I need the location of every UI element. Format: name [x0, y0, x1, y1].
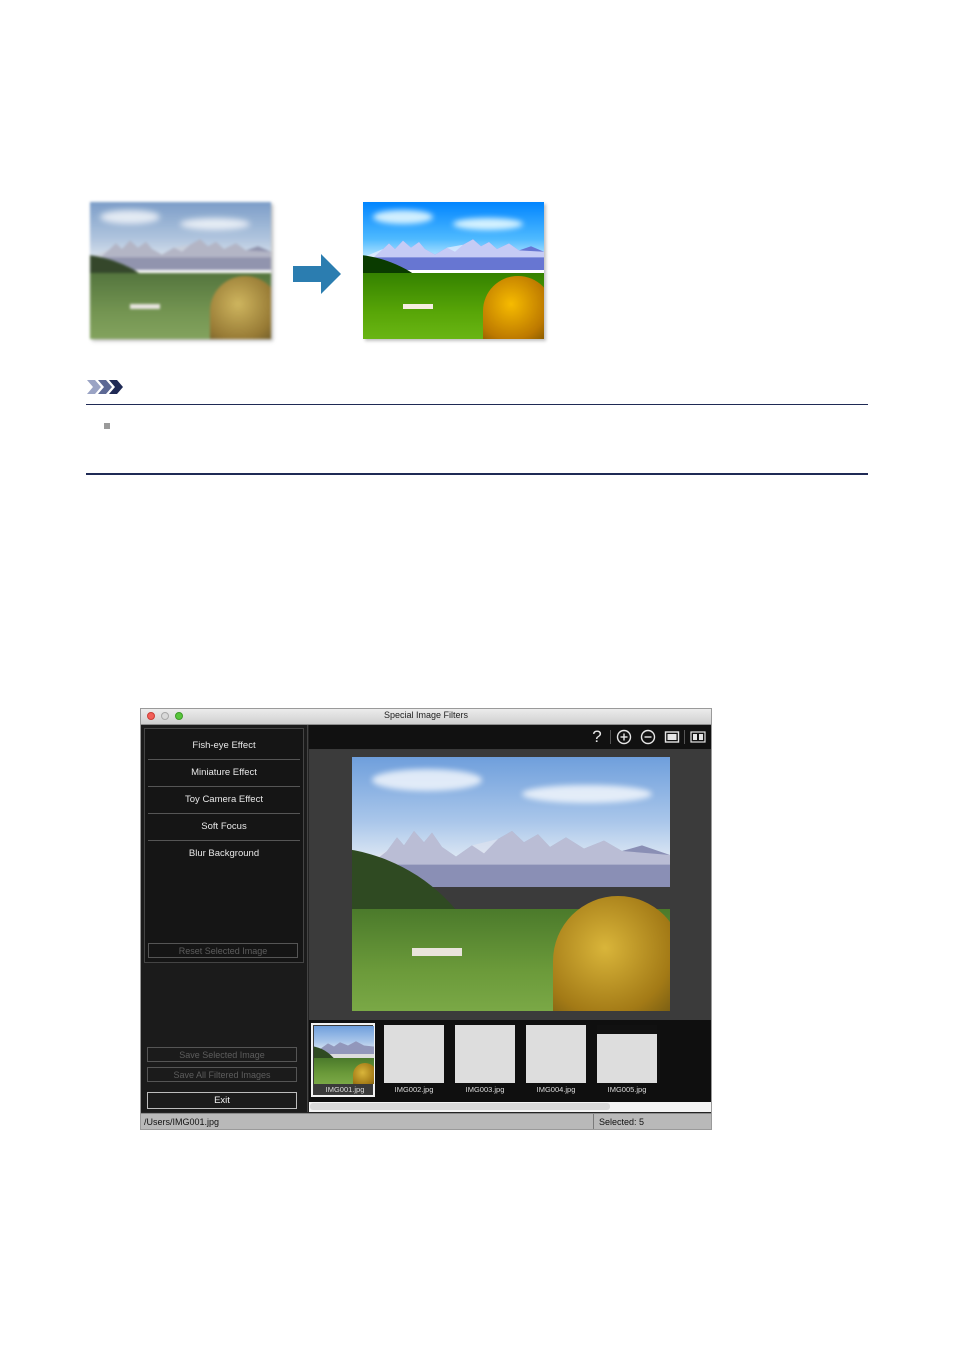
special-image-filters-window: Special Image Filters Fish-eye Effect Mi…	[140, 708, 712, 1130]
save-selected-image-button[interactable]: Save Selected Image	[147, 1047, 297, 1062]
after-image	[363, 202, 544, 339]
zoom-in-icon[interactable]	[616, 729, 632, 745]
exit-button[interactable]: Exit	[147, 1092, 297, 1109]
thumbnail-caption: IMG003.jpg	[465, 1085, 505, 1094]
zoom-out-icon[interactable]	[640, 729, 656, 745]
thumbnail-caption: IMG002.jpg	[394, 1085, 434, 1094]
arrow-right-icon	[293, 254, 341, 294]
miniature-effect-button[interactable]: Miniature Effect	[148, 760, 300, 787]
preview-area	[309, 750, 711, 1020]
help-icon[interactable]: ?	[589, 728, 605, 745]
save-all-filtered-images-button[interactable]: Save All Filtered Images	[147, 1067, 297, 1082]
window-title: Special Image Filters	[383, 710, 469, 720]
thumbnail-caption: IMG001.jpg	[325, 1085, 365, 1094]
note-bullet	[104, 423, 110, 429]
thumbnail-img003[interactable]: IMG003.jpg	[453, 1023, 517, 1097]
note-chevrons-icon	[87, 380, 123, 394]
toolbar-separator	[610, 730, 611, 744]
reset-selected-image-button[interactable]: Reset Selected Image	[148, 943, 298, 958]
status-bar: /Users/IMG001.jpg Selected: 5	[141, 1113, 711, 1129]
scrollbar-thumb[interactable]	[310, 1103, 610, 1110]
status-selected-count: Selected: 5	[599, 1117, 645, 1127]
thumbnail-caption: IMG004.jpg	[536, 1085, 576, 1094]
compare-icon[interactable]	[690, 729, 706, 745]
thumbnail-image	[597, 1025, 657, 1083]
thumbnail-image	[526, 1025, 586, 1083]
thumbnail-caption: IMG005.jpg	[607, 1085, 647, 1094]
preview-image	[352, 757, 670, 1011]
thumbnail-img005[interactable]: IMG005.jpg	[595, 1023, 659, 1097]
thumbnail-img002[interactable]: IMG002.jpg	[382, 1023, 446, 1097]
thumbnail-scrollbar[interactable]	[309, 1102, 711, 1112]
full-screen-icon[interactable]	[664, 729, 680, 745]
toolbar: ?	[309, 725, 711, 750]
note-box	[86, 404, 868, 475]
filter-panel: Fish-eye Effect Miniature Effect Toy Cam…	[144, 728, 304, 963]
fish-eye-effect-button[interactable]: Fish-eye Effect	[148, 733, 300, 760]
thumbnail-img004[interactable]: IMG004.jpg	[524, 1023, 588, 1097]
blur-background-button[interactable]: Blur Background	[148, 841, 300, 867]
thumbnail-strip: IMG001.jpg IMG002.jpg IMG003.jpg IMG004.…	[309, 1020, 711, 1102]
thumbnail-image	[455, 1025, 515, 1083]
thumbnail-image	[384, 1025, 444, 1083]
soft-focus-button[interactable]: Soft Focus	[148, 814, 300, 841]
toolbar-separator	[684, 730, 685, 744]
status-file-path: /Users/IMG001.jpg	[144, 1117, 220, 1127]
sidebar: Fish-eye Effect Miniature Effect Toy Cam…	[141, 725, 308, 1112]
title-bar[interactable]: Special Image Filters	[141, 709, 711, 725]
before-image	[90, 202, 271, 339]
thumbnail-img001[interactable]: IMG001.jpg	[311, 1023, 375, 1097]
toy-camera-effect-button[interactable]: Toy Camera Effect	[148, 787, 300, 814]
thumbnail-image	[314, 1026, 374, 1084]
status-divider	[593, 1114, 594, 1129]
